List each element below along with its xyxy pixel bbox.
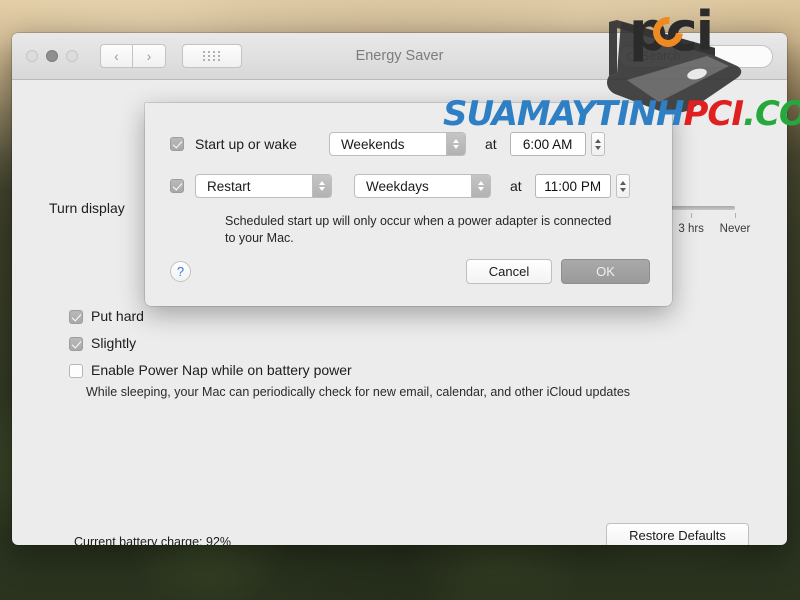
- battery-charge-status: Current battery charge: 92%: [74, 535, 232, 545]
- restart-time-field[interactable]: 11:00 PM: [534, 174, 611, 198]
- minimize-button[interactable]: [46, 50, 58, 62]
- checkbox-row-slightly-dim[interactable]: Slightly: [69, 335, 136, 351]
- power-nap-description: While sleeping, your Mac can periodicall…: [86, 385, 631, 399]
- startup-days-value: Weekends: [340, 136, 405, 152]
- put-hard-disks-to-sleep-checkbox[interactable]: [69, 310, 83, 324]
- restart-days-value: Weekdays: [366, 178, 429, 194]
- schedule-note-text: Scheduled start up will only occur when …: [225, 214, 612, 245]
- start-up-or-wake-checkbox[interactable]: [170, 137, 184, 151]
- restart-days-popup[interactable]: Weekdays: [354, 174, 491, 198]
- schedule-startup-row[interactable]: Start up or wake Weekends at 6:00 AM: [170, 132, 605, 156]
- enable-power-nap-label: Enable Power Nap while on battery power: [91, 362, 352, 378]
- startup-time-stepper[interactable]: [590, 132, 605, 156]
- navigation-buttons[interactable]: ‹ ›: [100, 44, 166, 68]
- chevron-updown-icon: [445, 133, 465, 155]
- energy-saver-window: ‹ › Energy Saver Search Turn display 3 h…: [12, 33, 787, 545]
- slider-label-3hrs: 3 hrs: [678, 223, 704, 235]
- window-titlebar[interactable]: ‹ › Energy Saver Search: [12, 33, 787, 80]
- startup-at-label: at: [484, 136, 497, 152]
- enable-power-nap-checkbox[interactable]: [69, 364, 83, 378]
- turn-display-label: Turn display: [49, 200, 125, 216]
- schedule-shutdown-row[interactable]: Restart Weekdays at 11:00 PM: [170, 174, 630, 198]
- back-button[interactable]: ‹: [100, 44, 133, 68]
- restart-time-stepper[interactable]: [615, 174, 630, 198]
- put-hard-disks-to-sleep-label: Put hard: [91, 308, 144, 324]
- search-placeholder: Search: [641, 49, 681, 63]
- startup-days-popup[interactable]: Weekends: [328, 132, 466, 156]
- restart-at-label: at: [510, 178, 522, 194]
- startup-time-field[interactable]: 6:00 AM: [509, 132, 586, 156]
- close-button[interactable]: [26, 50, 38, 62]
- checkbox-row-hard-disk[interactable]: Put hard: [69, 308, 144, 324]
- schedule-dialog-sheet: Start up or wake Weekends at 6:00 AM Res…: [145, 103, 672, 306]
- zoom-button[interactable]: [66, 50, 78, 62]
- show-all-grid-icon: [203, 51, 221, 61]
- chevron-updown-icon: [312, 175, 331, 197]
- sheet-help-button[interactable]: ?: [170, 261, 191, 282]
- restart-action-popup[interactable]: Restart: [195, 174, 332, 198]
- chevron-updown-icon: [471, 175, 490, 197]
- restart-action-value: Restart: [207, 178, 251, 194]
- forward-button[interactable]: ›: [133, 44, 166, 68]
- slider-label-never: Never: [719, 223, 751, 235]
- ok-button[interactable]: OK: [561, 259, 650, 284]
- checkbox-row-power-nap[interactable]: Enable Power Nap while on battery power: [69, 362, 352, 378]
- slightly-dim-display-label: Slightly: [91, 335, 137, 351]
- cancel-button[interactable]: Cancel: [466, 259, 552, 284]
- traffic-lights[interactable]: [26, 50, 78, 62]
- slightly-dim-display-checkbox[interactable]: [69, 337, 83, 351]
- search-input[interactable]: Search: [618, 44, 773, 68]
- start-up-or-wake-label: Start up or wake: [195, 136, 297, 152]
- restart-action-checkbox[interactable]: [170, 179, 184, 193]
- search-icon: [627, 51, 636, 61]
- restore-defaults-button[interactable]: Restore Defaults: [606, 523, 749, 545]
- show-all-button[interactable]: [182, 44, 242, 68]
- chevron-right-icon: ›: [146, 48, 152, 64]
- chevron-left-icon: ‹: [114, 48, 119, 64]
